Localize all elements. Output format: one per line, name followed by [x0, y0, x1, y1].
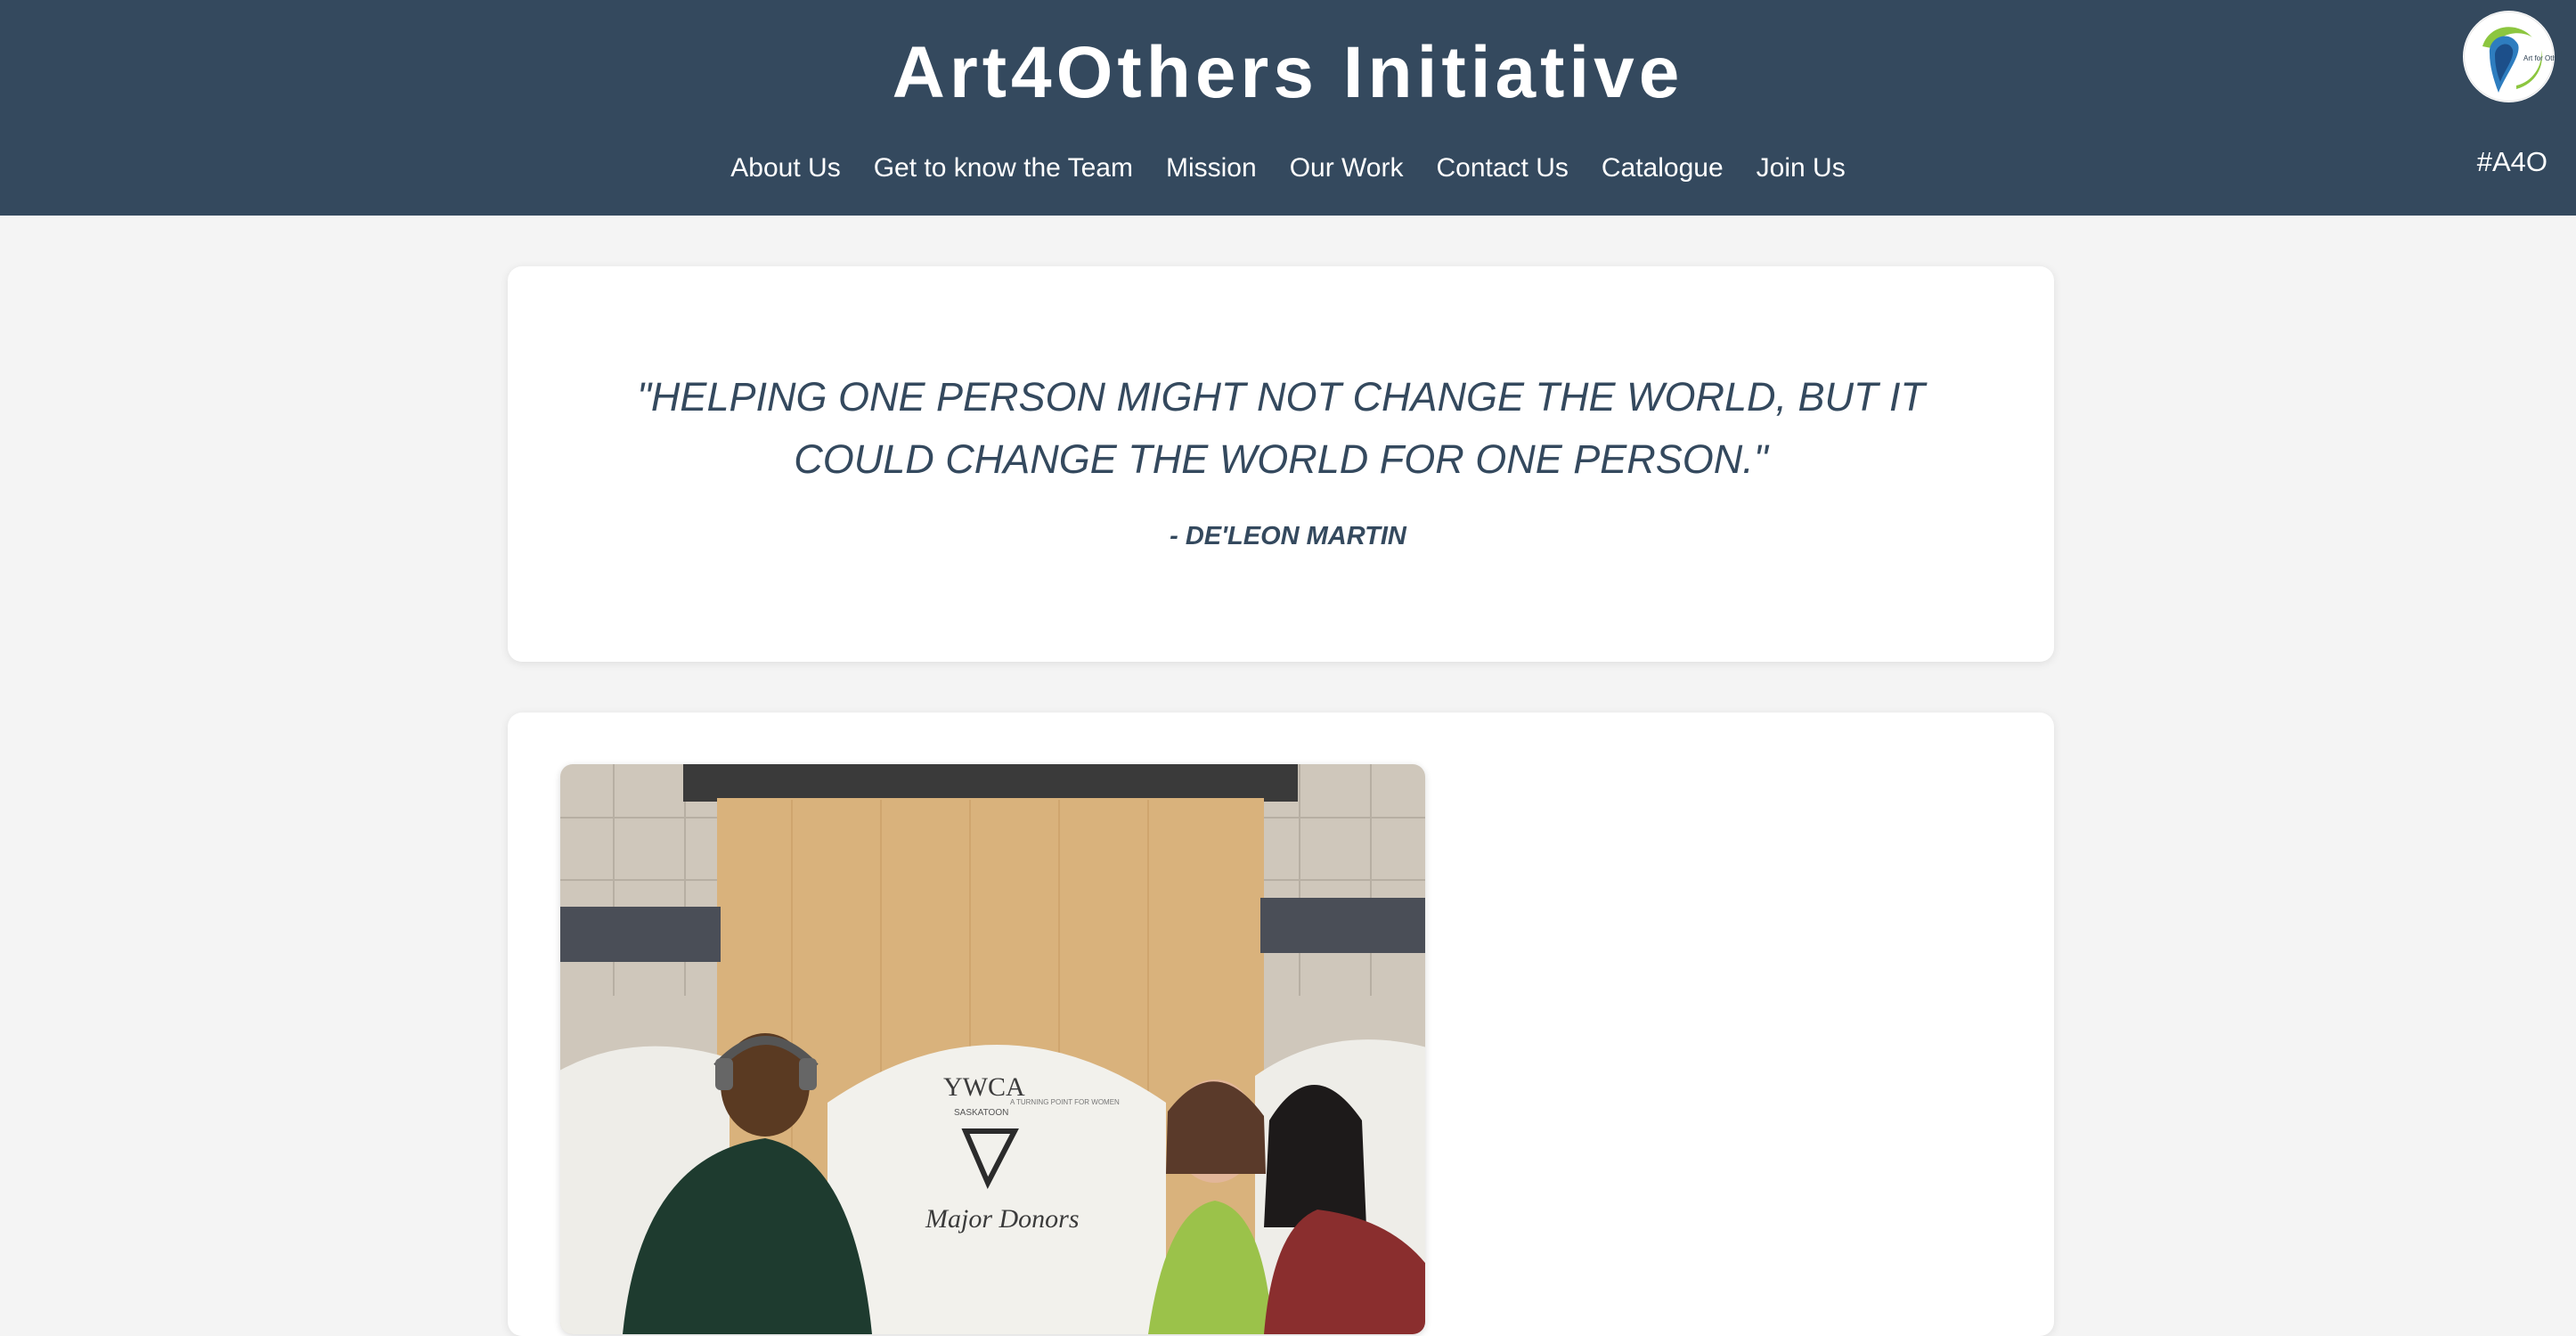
nav-mission[interactable]: Mission: [1166, 148, 1257, 189]
quote-card: "Helping one person might not change the…: [508, 266, 2054, 662]
hashtag: #A4O: [2476, 146, 2547, 177]
nav-our-work[interactable]: Our Work: [1290, 148, 1404, 189]
photo-sign-tagline: A TURNING POINT FOR WOMEN: [1010, 1098, 1120, 1106]
quote-text: "Helping one person might not change the…: [636, 374, 1926, 482]
site-title: Art4Others Initiative: [892, 32, 1684, 113]
logo-text: Art for Others: [2523, 54, 2555, 62]
photo-card: YWCA SASKATOON A TURNING POINT FOR WOMEN…: [508, 713, 2054, 1336]
nav-team[interactable]: Get to know the Team: [874, 148, 1133, 189]
main-nav: About Us Get to know the Team Mission Ou…: [0, 148, 2576, 189]
nav-about-us[interactable]: About Us: [730, 148, 840, 189]
photo-sign-donors: Major Donors: [925, 1204, 1080, 1234]
photo-sign-city: SASKATOON: [954, 1108, 1008, 1118]
quote-author: - De'Leon Martin: [1170, 522, 1406, 550]
site-header: Art4Others Initiative About Us Get to kn…: [0, 0, 2576, 216]
art-for-others-logo-icon[interactable]: Art for Others: [2463, 11, 2555, 102]
nav-catalogue[interactable]: Catalogue: [1602, 148, 1724, 189]
team-photo: YWCA SASKATOON A TURNING POINT FOR WOMEN…: [560, 764, 1425, 1334]
nav-contact-us[interactable]: Contact Us: [1436, 148, 1568, 189]
nav-join-us[interactable]: Join Us: [1757, 148, 1846, 189]
